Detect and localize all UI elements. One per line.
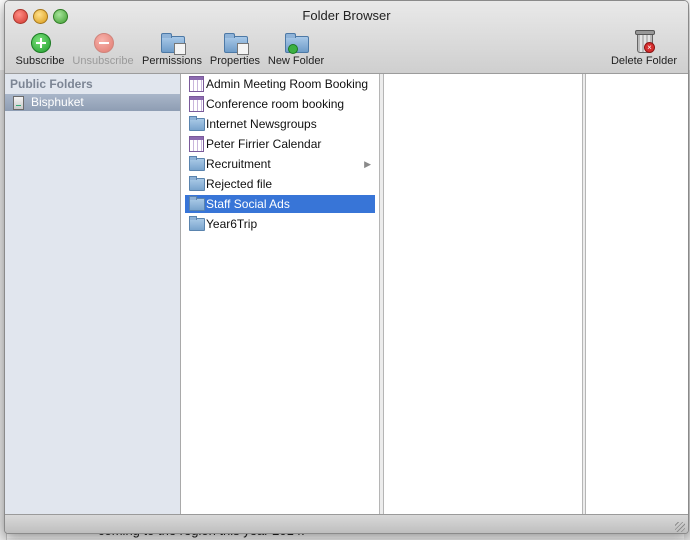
unsubscribe-label: Unsubscribe <box>72 55 134 67</box>
calendar-icon <box>189 76 204 92</box>
resize-handle-icon[interactable] <box>675 522 685 532</box>
list-item-selected[interactable]: Staff Social Ads <box>185 195 375 213</box>
list-item[interactable]: Admin Meeting Room Booking <box>185 75 375 93</box>
permissions-label: Permissions <box>142 55 202 67</box>
new-folder-button[interactable]: New Folder <box>267 31 325 67</box>
subscribe-label: Subscribe <box>15 55 65 67</box>
trash-icon: × <box>633 30 655 53</box>
status-bar <box>5 514 688 533</box>
plus-circle-icon <box>29 31 51 53</box>
new-folder-label: New Folder <box>267 55 325 67</box>
folder-browser-window: Folder Browser Subscribe Unsubscribe Per… <box>4 0 689 534</box>
folder-properties-icon <box>224 31 249 55</box>
folder-lock-icon <box>161 31 186 55</box>
folder-label: Rejected file <box>206 177 273 191</box>
folder-icon <box>189 116 205 131</box>
new-folder-icon <box>285 31 309 54</box>
folder-icon <box>189 156 205 171</box>
calendar-icon <box>189 96 204 112</box>
list-item[interactable]: Peter Firrier Calendar <box>185 135 375 153</box>
minus-circle-icon <box>92 31 114 53</box>
list-item[interactable]: Internet Newsgroups <box>185 115 375 133</box>
folder-icon <box>189 216 205 231</box>
calendar-icon <box>189 136 204 152</box>
window-title: Folder Browser <box>302 8 391 23</box>
folder-column-1[interactable]: Admin Meeting Room Booking Conference ro… <box>181 74 380 514</box>
sidebar-header: Public Folders <box>10 77 93 91</box>
folder-label: Year6Trip <box>206 217 258 231</box>
title-bar: Folder Browser Subscribe Unsubscribe Per… <box>5 1 688 74</box>
subscribe-button[interactable]: Subscribe <box>14 31 66 67</box>
list-item[interactable]: Recruitment ▶ <box>185 155 375 173</box>
folder-label: Peter Firrier Calendar <box>206 137 322 151</box>
sidebar: Public Folders Bisphuket <box>5 74 181 514</box>
unsubscribe-button[interactable]: Unsubscribe <box>71 31 135 67</box>
folder-label: Admin Meeting Room Booking <box>206 77 369 91</box>
delete-folder-label: Delete Folder <box>610 55 678 67</box>
folder-column-2[interactable] <box>383 74 583 514</box>
folder-label: Staff Social Ads <box>206 197 290 211</box>
list-item[interactable]: Rejected file <box>185 175 375 193</box>
list-item[interactable]: Conference room booking <box>185 95 375 113</box>
sidebar-item-bisphuket[interactable]: Bisphuket <box>5 94 180 111</box>
folder-icon <box>189 196 205 211</box>
folder-label: Recruitment <box>206 157 271 171</box>
folder-label: Conference room booking <box>206 97 345 111</box>
folder-icon <box>189 176 205 191</box>
permissions-button[interactable]: Permissions <box>141 31 203 67</box>
list-item[interactable]: Year6Trip <box>185 215 375 233</box>
sidebar-item-label: Bisphuket <box>31 95 84 109</box>
server-icon <box>13 96 24 110</box>
properties-button[interactable]: Properties <box>209 31 261 67</box>
folder-label: Internet Newsgroups <box>206 117 317 131</box>
chevron-right-icon: ▶ <box>364 159 371 169</box>
delete-folder-button[interactable]: × Delete Folder <box>609 30 679 67</box>
folder-column-3[interactable] <box>585 74 688 514</box>
properties-label: Properties <box>209 55 261 67</box>
